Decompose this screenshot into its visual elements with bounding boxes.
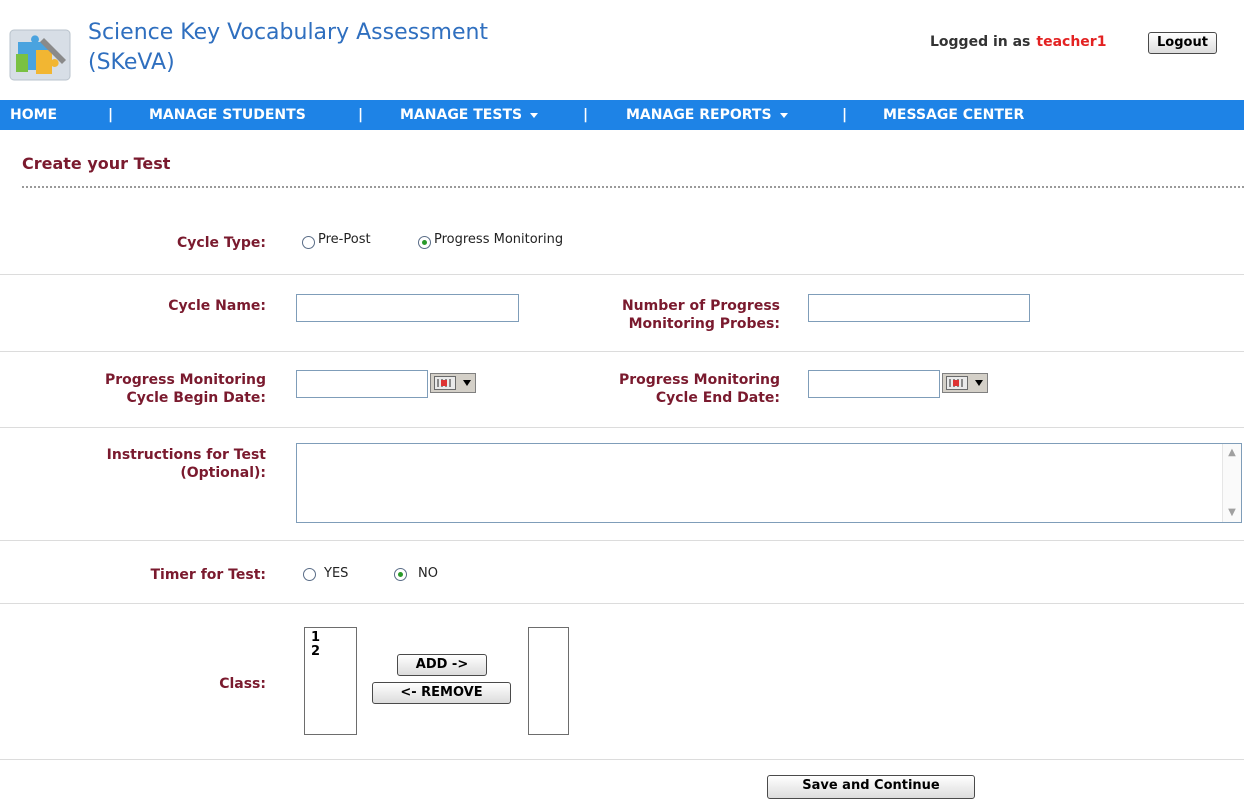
cycle-name-input[interactable] xyxy=(296,294,519,322)
page-title: Create your Test xyxy=(22,154,171,173)
radio-pre-post-label: Pre-Post xyxy=(318,232,371,247)
radio-progress-monitoring-label: Progress Monitoring xyxy=(434,232,564,247)
username: teacher1 xyxy=(1036,34,1107,50)
row-divider xyxy=(0,540,1244,541)
nav-manage-tests-label: MANAGE TESTS xyxy=(400,107,523,123)
begin-date-calendar-button[interactable] xyxy=(430,373,476,393)
cycle-name-label: Cycle Name: xyxy=(168,298,266,314)
app-header: Science Key Vocabulary Assessment (SKeVA… xyxy=(0,0,1244,90)
row-divider xyxy=(0,427,1244,428)
row-divider xyxy=(0,603,1244,604)
nav-message-center-label: MESSAGE CENTER xyxy=(883,107,1025,123)
instructions-label-line2: (Optional): xyxy=(180,465,266,481)
probes-label-line1: Number of Progress xyxy=(621,298,780,314)
nav-manage-students[interactable]: MANAGE STUDENTS xyxy=(149,100,306,130)
row-divider xyxy=(0,351,1244,352)
logout-button[interactable]: Logout xyxy=(1148,32,1217,54)
class-label: Class: xyxy=(219,676,266,692)
available-classes-listbox[interactable]: 1 2 xyxy=(304,627,357,735)
begin-date-label: Progress Monitoring Cycle Begin Date: xyxy=(40,371,266,407)
dotted-divider xyxy=(22,186,1244,188)
begin-date-label-line2: Cycle Begin Date: xyxy=(126,390,266,406)
nav-manage-reports[interactable]: MANAGE REPORTS xyxy=(626,100,788,130)
chevron-down-icon xyxy=(530,112,539,118)
row-divider xyxy=(0,759,1244,760)
main-nav: HOME | MANAGE STUDENTS | MANAGE TESTS | … xyxy=(0,100,1244,130)
radio-pre-post[interactable] xyxy=(302,236,315,249)
end-date-label-line1: Progress Monitoring xyxy=(618,372,780,388)
nav-home-label: HOME xyxy=(10,107,58,123)
selected-classes-listbox[interactable] xyxy=(528,627,569,735)
nav-message-center[interactable]: MESSAGE CENTER xyxy=(883,100,1024,130)
nav-manage-reports-label: MANAGE REPORTS xyxy=(626,107,772,123)
radio-progress-monitoring[interactable] xyxy=(418,236,431,249)
class-option-2[interactable]: 2 xyxy=(311,645,320,659)
class-option-1[interactable]: 1 xyxy=(311,631,320,645)
remove-class-button[interactable]: <- REMOVE xyxy=(372,682,511,704)
app-title: Science Key Vocabulary Assessment (SKeVA… xyxy=(88,18,608,78)
dropdown-arrow-icon xyxy=(975,380,983,386)
puzzle-logo-icon xyxy=(8,24,78,84)
scroll-down-icon[interactable]: ▼ xyxy=(1226,507,1238,519)
nav-separator: | xyxy=(583,107,589,123)
end-date-input[interactable] xyxy=(808,370,940,398)
end-date-label: Progress Monitoring Cycle End Date: xyxy=(560,371,780,407)
calendar-icon xyxy=(434,376,456,390)
login-status: Logged in as teacher1 xyxy=(930,34,1106,50)
nav-separator: | xyxy=(842,107,848,123)
textarea-scrollbar[interactable]: ▲ ▼ xyxy=(1222,444,1241,522)
probes-label-line2: Monitoring Probes: xyxy=(628,316,780,332)
radio-timer-no[interactable] xyxy=(394,568,407,581)
instructions-label: Instructions for Test (Optional): xyxy=(40,446,266,482)
nav-separator: | xyxy=(358,107,364,123)
timer-label: Timer for Test: xyxy=(150,567,266,583)
row-divider xyxy=(0,274,1244,275)
dropdown-arrow-icon xyxy=(463,380,471,386)
begin-date-input[interactable] xyxy=(296,370,428,398)
radio-timer-yes[interactable] xyxy=(303,568,316,581)
instructions-label-line1: Instructions for Test xyxy=(106,447,266,463)
end-date-label-line2: Cycle End Date: xyxy=(655,390,780,406)
probes-label: Number of Progress Monitoring Probes: xyxy=(560,297,780,333)
app-title-line1: Science Key Vocabulary Assessment xyxy=(88,20,489,45)
nav-manage-tests[interactable]: MANAGE TESTS xyxy=(400,100,539,130)
radio-timer-yes-label: YES xyxy=(324,566,349,581)
scroll-up-icon[interactable]: ▲ xyxy=(1226,447,1238,459)
instructions-textarea[interactable]: ▲ ▼ xyxy=(296,443,1242,523)
calendar-icon xyxy=(946,376,968,390)
probes-input[interactable] xyxy=(808,294,1030,322)
nav-home[interactable]: HOME xyxy=(10,100,57,130)
save-and-continue-button[interactable]: Save and Continue xyxy=(767,775,975,799)
chevron-down-icon xyxy=(779,112,788,118)
radio-timer-no-label: NO xyxy=(418,566,438,581)
app-title-line2: (SKeVA) xyxy=(88,50,175,75)
begin-date-label-line1: Progress Monitoring xyxy=(104,372,266,388)
nav-manage-students-label: MANAGE STUDENTS xyxy=(149,107,306,123)
cycle-type-label: Cycle Type: xyxy=(177,235,266,251)
logged-in-label: Logged in as xyxy=(930,34,1031,50)
add-class-button[interactable]: ADD -> xyxy=(397,654,487,676)
nav-separator: | xyxy=(108,107,114,123)
end-date-calendar-button[interactable] xyxy=(942,373,988,393)
